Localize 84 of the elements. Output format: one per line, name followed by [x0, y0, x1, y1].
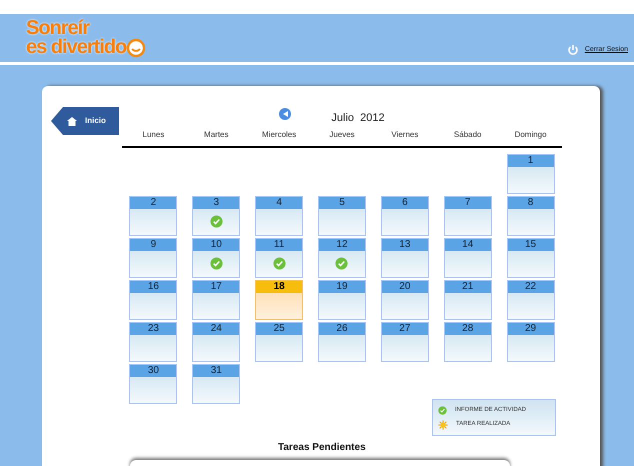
- day-cell[interactable]: 22: [506, 280, 555, 320]
- home-icon: [67, 116, 77, 126]
- day-cell[interactable]: 5: [318, 196, 366, 236]
- day-number: 5: [318, 196, 365, 208]
- day-number: 19: [318, 280, 365, 292]
- day-cell[interactable]: 19: [318, 280, 366, 320]
- left-arrow-icon: [282, 111, 288, 118]
- day-cell[interactable]: 2: [129, 196, 178, 236]
- day-cell[interactable]: 14: [444, 238, 492, 278]
- day-cell[interactable]: 10: [192, 238, 240, 278]
- day-number: 16: [130, 280, 176, 292]
- day-number: 13: [382, 238, 428, 250]
- check-icon: [210, 215, 223, 228]
- day-cell[interactable]: 7: [444, 196, 492, 236]
- day-number: 12: [318, 238, 365, 250]
- day-cell[interactable]: 27: [380, 322, 429, 362]
- day-number: 1: [508, 154, 554, 166]
- day-number: 8: [508, 196, 554, 208]
- day-number: 6: [382, 196, 428, 208]
- day-number: 31: [193, 364, 240, 376]
- day-cell[interactable]: 3: [192, 196, 240, 236]
- day-cell[interactable]: 18: [255, 280, 304, 320]
- day-cell[interactable]: 31: [192, 364, 240, 404]
- weekday-label: Jueves: [328, 128, 356, 140]
- weekday-label: Sábado: [452, 128, 482, 140]
- day-cell[interactable]: 24: [192, 322, 240, 362]
- day-number: 21: [444, 280, 491, 292]
- day-cell[interactable]: 1: [506, 154, 555, 194]
- smiley-icon: [126, 38, 146, 58]
- day-cell[interactable]: 9: [129, 238, 178, 278]
- day-cell[interactable]: 26: [318, 322, 366, 362]
- day-number: 29: [508, 322, 554, 334]
- month-title: Julio 2012: [331, 111, 385, 126]
- day-number: 4: [256, 196, 302, 208]
- weekday-label: Miercoles: [261, 128, 298, 140]
- day-number: 7: [444, 196, 491, 208]
- day-number: 2: [130, 196, 176, 208]
- day-number: 10: [193, 238, 240, 250]
- weekday-label: Lunes: [142, 128, 166, 140]
- day-cell[interactable]: 6: [380, 196, 429, 236]
- day-cell[interactable]: 23: [129, 322, 178, 362]
- weekday-label: Viernes: [390, 128, 420, 140]
- check-icon: [335, 257, 348, 270]
- day-number: 28: [444, 322, 491, 334]
- day-number: 11: [256, 238, 302, 250]
- day-number: 23: [130, 322, 176, 334]
- day-cell[interactable]: 13: [380, 238, 429, 278]
- pending-title: Tareas Pendientes: [278, 441, 366, 455]
- day-cell[interactable]: 20: [380, 280, 429, 320]
- check-icon: [272, 257, 286, 270]
- weekday-label: Domingo: [514, 128, 548, 140]
- day-cell[interactable]: 17: [192, 280, 240, 320]
- day-number: 30: [130, 364, 176, 376]
- day-cell[interactable]: 21: [444, 280, 492, 320]
- day-number: 17: [193, 280, 240, 292]
- day-number: 14: [444, 238, 491, 250]
- day-number: 25: [256, 322, 302, 334]
- day-number: 18: [256, 280, 302, 292]
- power-icon[interactable]: [566, 44, 579, 56]
- day-cell[interactable]: 29: [506, 322, 555, 362]
- home-button[interactable]: Inicio: [51, 107, 119, 135]
- day-cell[interactable]: 15: [506, 238, 555, 278]
- day-cell[interactable]: 30: [129, 364, 178, 404]
- day-number: 15: [508, 238, 554, 250]
- day-cell[interactable]: 28: [444, 322, 492, 362]
- day-number: 27: [382, 322, 428, 334]
- day-cell[interactable]: 25: [255, 322, 304, 362]
- day-cell[interactable]: 16: [129, 280, 178, 320]
- day-cell[interactable]: 12: [318, 238, 366, 278]
- logo: Sonreír es divertido: [26, 18, 146, 58]
- check-icon: [210, 257, 223, 270]
- day-number: 22: [508, 280, 554, 292]
- day-cell[interactable]: 11: [255, 238, 304, 278]
- day-cell[interactable]: 8: [506, 196, 555, 236]
- day-number: 9: [130, 238, 176, 250]
- weekday-label: Martes: [203, 128, 230, 140]
- sun-icon: [438, 420, 448, 430]
- day-cell[interactable]: 4: [255, 196, 304, 236]
- day-number: 20: [382, 280, 428, 292]
- day-number: 26: [318, 322, 365, 334]
- day-number: 24: [193, 322, 240, 334]
- previous-month-button[interactable]: [279, 108, 292, 120]
- day-number: 3: [193, 196, 240, 208]
- check-icon: [438, 406, 447, 414]
